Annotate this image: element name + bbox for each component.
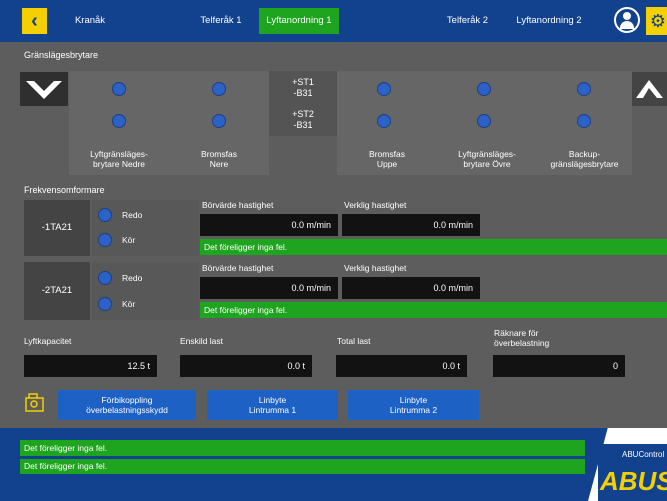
tab-telferak-1[interactable]: Telferåk 1 [190,8,252,34]
status-message-1: Det föreligger inga fel. [20,440,585,456]
overload-counter-label: Räknare för överbelastning [494,328,550,348]
run-label: Kör [122,299,136,309]
lower-button[interactable] [20,72,68,106]
status-led [577,82,591,96]
status-led [477,82,491,96]
overload-counter-value: 0 [493,355,625,377]
ready-label: Redo [122,273,143,283]
tab-kranak[interactable]: Kranåk [60,8,120,34]
status-message-2: Det föreligger inga fel. [20,459,585,474]
rope-change-drum-2-button[interactable]: Linbyte Lintrumma 2 [348,390,479,420]
switch-label: Bromsfas Uppe [369,149,405,169]
sensor-labels: +ST1 -B31 +ST2 -B31 [269,71,337,136]
gear-icon: ⚙ [649,11,667,31]
status-led [377,82,391,96]
frequency-converters-title: Frekvensomformare [24,185,105,195]
settings-button[interactable]: ⚙ [646,7,667,35]
raise-button[interactable] [632,72,667,106]
status-led [577,114,591,128]
brand-small-text: ABUControl [622,450,665,459]
overload-bypass-button[interactable]: Förbikoppling överbelastningsskydd [58,390,196,420]
brake-phase-upper: Bromsfas Uppe [337,71,437,175]
limit-switch-lower: Lyftgränsläges- brytare Nedre [69,71,169,175]
status-led [212,114,226,128]
sensor-st2-label: +ST2 -B31 [292,109,314,130]
single-load-label: Enskild last [180,336,223,346]
converter-2-status-panel: Redo Kör [92,262,199,320]
converter-1-status-message: Det föreligger inga fel. [200,239,667,255]
limit-switches-title: Gränslägesbrytare [24,50,99,60]
status-led [112,114,126,128]
total-load-value: 0.0 t [336,355,467,377]
setpoint-speed-label: Börvärde hastighet [202,263,274,273]
arrow-up-icon [636,80,663,98]
bottom-status-bar: Det föreligger inga fel. Det föreligger … [0,428,667,501]
status-led [477,114,491,128]
tab-telferak-2[interactable]: Telferåk 2 [435,8,500,34]
top-navigation-bar: ‹ Kranåk Telferåk 1 Lyftanordning 1 Telf… [0,0,667,42]
switch-label: Lyftgränsläges- brytare Nedre [90,149,148,169]
limit-switch-upper: Lyftgränsläges- brytare Övre [437,71,537,175]
sensor-st1-label: +ST1 -B31 [292,77,314,98]
abus-logo: ABUS [600,466,667,496]
switch-label: Lyftgränsläges- brytare Övre [458,149,516,169]
bypass-status-indicator [24,391,46,413]
backup-limit-switch: Backup- gränslägesbrytare [537,71,632,175]
brake-phase-lower: Bromsfas Nere [169,71,269,175]
tab-lyftanordning-1[interactable]: Lyftanordning 1 [259,8,339,34]
user-button[interactable] [614,7,640,33]
converter-1-name: -1TA21 [24,200,90,256]
lift-capacity-label: Lyftkapacitet [24,336,72,346]
single-load-value: 0.0 t [180,355,312,377]
setpoint-speed-label: Börvärde hastighet [202,200,274,210]
status-led [112,82,126,96]
setpoint-speed-value: 0.0 m/min [200,214,338,236]
tab-lyftanordning-2[interactable]: Lyftanordning 2 [505,8,593,34]
ready-indicator [98,208,112,222]
back-button[interactable]: ‹ [22,8,47,34]
actual-speed-value: 0.0 m/min [342,214,480,236]
lift-capacity-value: 12.5 t [24,355,157,377]
rope-change-drum-1-button[interactable]: Linbyte Lintrumma 1 [207,390,338,420]
setpoint-speed-value: 0.0 m/min [200,277,338,299]
run-indicator [98,233,112,247]
arrow-down-icon [26,81,62,99]
converter-2-name: -2TA21 [24,262,90,320]
run-label: Kör [122,235,136,245]
switch-label: Bromsfas Nere [201,149,237,169]
actual-speed-value: 0.0 m/min [342,277,480,299]
run-indicator [98,297,112,311]
status-led [377,114,391,128]
actual-speed-label: Verklig hastighet [344,200,407,210]
actual-speed-label: Verklig hastighet [344,263,407,273]
lift-bypass-icon [25,393,44,412]
ready-label: Redo [122,210,143,220]
chevron-left-icon: ‹ [31,10,38,32]
total-load-label: Total last [337,336,371,346]
converter-1-status-panel: Redo Kör [92,200,199,256]
converter-2-status-message: Det föreligger inga fel. [200,302,667,318]
ready-indicator [98,271,112,285]
status-led [212,82,226,96]
switch-label: Backup- gränslägesbrytare [550,149,619,169]
